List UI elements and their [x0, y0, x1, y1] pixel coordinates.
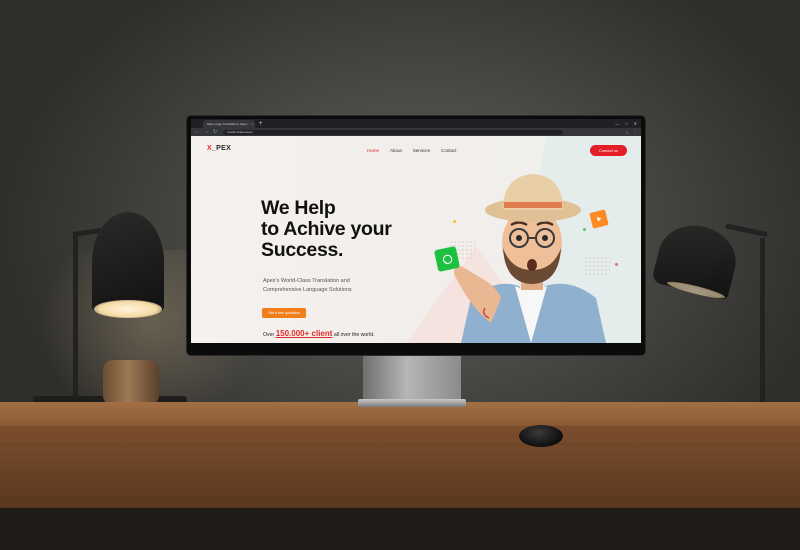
contact-us-button[interactable]: Contact us: [590, 145, 627, 156]
back-arrow-icon[interactable]: ←: [195, 128, 200, 136]
left-lamp-shade: [92, 212, 164, 312]
hero-subtitle-line-1: Apex's World-Class Translation and: [263, 278, 350, 284]
reload-icon[interactable]: ↻: [213, 128, 217, 136]
browser-menu-icon[interactable]: ⋮: [633, 130, 637, 135]
window-close-icon[interactable]: ✕: [634, 121, 637, 126]
hero-title: We Help to Achive your Success.: [261, 198, 461, 261]
window-controls: — □ ✕: [615, 121, 637, 126]
browser-extension-icons: ☆ ⋮: [625, 130, 637, 135]
browser-tab[interactable]: Apex Lingo Translation | Apex... ×: [203, 119, 255, 128]
main-nav: Home About Services Contact: [367, 148, 457, 153]
computer-mouse[interactable]: [519, 425, 563, 447]
free-quotation-button[interactable]: Get a free quotation: [262, 308, 306, 318]
new-tab-button[interactable]: +: [259, 120, 263, 128]
site-logo[interactable]: X_PEX: [207, 145, 231, 152]
left-lamp-pole: [73, 236, 78, 398]
bookmark-star-icon[interactable]: ☆: [625, 130, 629, 135]
hero-subtitle-line-2: Comprehensive Language Solutions: [263, 287, 352, 293]
right-lamp-arm: [725, 223, 768, 237]
website-page: X_PEX Home About Services Contact Contac…: [191, 136, 641, 343]
clients-statement: Over 150.000+ client all over the world.: [263, 329, 375, 338]
nav-home[interactable]: Home: [367, 148, 379, 153]
wooden-vase: [103, 360, 159, 404]
hero-subtitle: Apex's World-Class Translation and Compr…: [263, 277, 403, 295]
browser-tab-bar: Apex Lingo Translation | Apex... × + — □…: [191, 119, 641, 128]
logo-text: _PEX: [211, 145, 232, 152]
clients-prefix: Over: [263, 332, 275, 338]
monitor-screen: Apex Lingo Translation | Apex... × + — □…: [191, 119, 641, 343]
right-lamp-pole: [760, 238, 765, 406]
clients-suffix: all over the world.: [332, 332, 375, 338]
monitor-stand-neck: [363, 355, 461, 405]
hero-title-line-2: to Achive your: [261, 218, 392, 240]
left-lamp-bulb-glow: [94, 300, 162, 318]
browser-address-bar: ← → ↻ localhost/apexapex ☆ ⋮: [191, 128, 641, 136]
nav-services[interactable]: Services: [413, 148, 430, 153]
desk-wood-grain: [0, 426, 800, 508]
monitor-stand-foot: [358, 399, 466, 407]
url-input[interactable]: localhost/apexapex: [223, 129, 564, 135]
minimize-icon[interactable]: —: [615, 121, 619, 126]
surprised-man-photo: [453, 174, 606, 343]
maximize-icon[interactable]: □: [625, 121, 627, 126]
chat-bubble-icon: [433, 245, 461, 273]
close-icon[interactable]: ×: [251, 122, 253, 126]
hero-title-line-3: Success.: [261, 239, 344, 261]
under-desk-shadow: [0, 508, 800, 550]
nav-about[interactable]: About: [390, 148, 402, 153]
clients-number: 150.000+ client: [275, 329, 333, 338]
forward-arrow-icon[interactable]: →: [204, 128, 209, 136]
nav-contact[interactable]: Contact: [441, 148, 457, 153]
browser-tab-title: Apex Lingo Translation | Apex...: [207, 121, 250, 126]
hero-title-line-1: We Help: [261, 197, 336, 219]
